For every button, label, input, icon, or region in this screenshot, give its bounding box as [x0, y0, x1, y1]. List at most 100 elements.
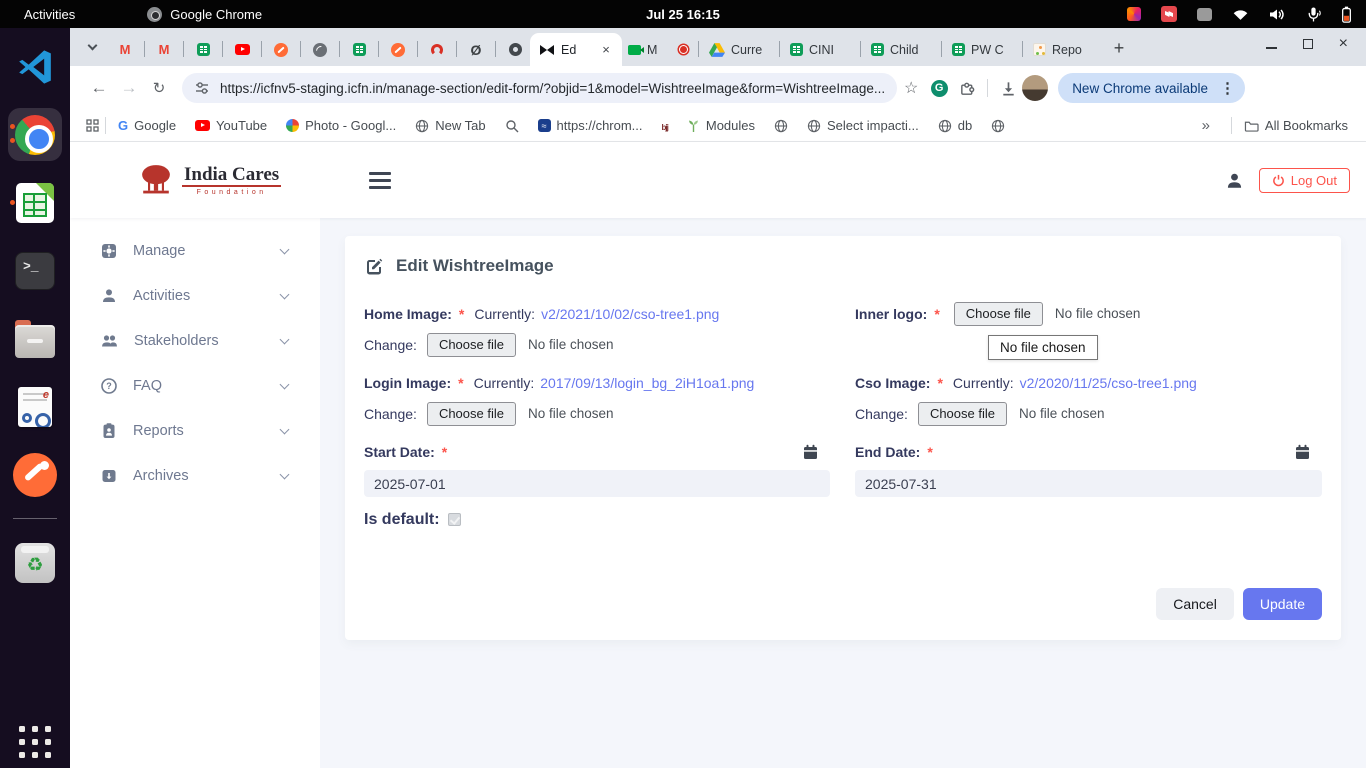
forward-button[interactable]: [114, 73, 144, 103]
pinned-tab-sheets-1[interactable]: [188, 33, 218, 66]
tab-sheets-pw[interactable]: PW C: [946, 33, 1018, 66]
active-tab[interactable]: Ed: [530, 33, 622, 66]
google-sheets-favicon: [952, 43, 965, 56]
bookmark-search[interactable]: [505, 119, 519, 133]
sidebar-item-manage[interactable]: Manage: [70, 228, 320, 273]
grammarly-extension-icon[interactable]: [925, 74, 953, 102]
chevron-down-icon: [280, 469, 290, 479]
bookmark-select-impact[interactable]: Select impacti...: [807, 118, 919, 133]
back-button[interactable]: [84, 73, 114, 103]
login-image-current-link[interactable]: 2017/09/13/login_bg_2iH1oa1.png: [540, 375, 754, 391]
dock-terminal[interactable]: >_: [8, 244, 62, 297]
dock-libreoffice-calc[interactable]: [8, 176, 62, 229]
system-tray[interactable]: [1127, 6, 1352, 23]
dock-files[interactable]: [8, 312, 62, 365]
bookmark-star-icon[interactable]: [897, 74, 925, 102]
bookmark-youtube[interactable]: YouTube: [195, 118, 267, 133]
dock-chrome[interactable]: [8, 108, 62, 161]
tab-sheets-child[interactable]: Child: [865, 33, 937, 66]
tab-search-button[interactable]: [78, 33, 106, 61]
logout-button[interactable]: Log Out: [1259, 168, 1350, 193]
pinned-tab-spiral[interactable]: [500, 33, 530, 66]
cso-image-choose-file-button[interactable]: Choose file: [918, 402, 1007, 426]
pinned-tab-sheets-2[interactable]: [344, 33, 374, 66]
update-button[interactable]: Update: [1243, 588, 1322, 620]
sidebar-item-reports[interactable]: Reports: [70, 408, 320, 453]
login-image-choose-file-button[interactable]: Choose file: [427, 402, 516, 426]
tab-meet[interactable]: M: [622, 33, 694, 66]
bookmark-maroon[interactable]: [662, 118, 668, 133]
site-logo[interactable]: India Cares Foundation: [138, 164, 281, 197]
bookmark-google[interactable]: Google: [118, 118, 176, 133]
site-header: India Cares Foundation Log Out: [70, 142, 1366, 218]
address-bar[interactable]: https://icfnv5-staging.icfn.in/manage-se…: [182, 73, 897, 103]
sidebar-item-activities[interactable]: Activities: [70, 273, 320, 318]
brand-title: India Cares: [182, 164, 281, 188]
site-settings-icon[interactable]: [194, 80, 210, 96]
pinned-tab-arc[interactable]: [422, 33, 452, 66]
restore-icon[interactable]: [1303, 39, 1313, 49]
main-content: Edit WishtreeImage Home Image:* Currentl…: [320, 218, 1366, 768]
chrome-update-button[interactable]: New Chrome available: [1058, 73, 1245, 103]
sidebar-item-stakeholders[interactable]: Stakeholders: [70, 318, 320, 363]
bookmark-db[interactable]: db: [938, 118, 972, 133]
pinned-tab-null[interactable]: [461, 33, 491, 66]
calendar-icon[interactable]: [803, 444, 818, 460]
jetbrains-tray-icon[interactable]: [1127, 7, 1141, 21]
bookmark-globe-1[interactable]: [774, 119, 788, 133]
browser-toolbar: https://icfnv5-staging.icfn.in/manage-se…: [70, 66, 1366, 110]
pinned-tab-gmail-1[interactable]: [110, 33, 140, 66]
tab-sheets-cini[interactable]: CINI: [784, 33, 856, 66]
pinned-tab-youtube[interactable]: [227, 33, 257, 66]
wifi-icon: [1232, 8, 1249, 21]
pinned-tab-postman-1[interactable]: [266, 33, 296, 66]
globe-favicon: [313, 43, 327, 57]
bookmark-chrome-link[interactable]: https://chrom...: [538, 118, 643, 133]
bookmarks-overflow-button[interactable]: [1202, 117, 1210, 134]
bookmark-globe-2[interactable]: [991, 119, 1005, 133]
tab-close-icon[interactable]: [598, 42, 614, 58]
calendar-icon[interactable]: [1295, 444, 1310, 460]
dock-document-viewer[interactable]: e: [8, 380, 62, 433]
sidebar-item-archives[interactable]: Archives: [70, 453, 320, 498]
search-icon: [505, 119, 519, 133]
dock-trash[interactable]: ♻: [8, 536, 62, 589]
user-icon[interactable]: [1226, 172, 1243, 189]
field-start-date: Start Date:*: [364, 436, 830, 497]
close-icon[interactable]: [1339, 36, 1348, 52]
extensions-icon[interactable]: [953, 74, 981, 102]
show-applications-button[interactable]: [19, 726, 51, 758]
pinned-tab-globe[interactable]: [305, 33, 335, 66]
all-bookmarks-button[interactable]: All Bookmarks: [1244, 118, 1348, 133]
bookmark-new-tab[interactable]: New Tab: [415, 118, 485, 133]
apps-shortcut[interactable]: [86, 119, 99, 132]
minimize-icon[interactable]: [1266, 47, 1277, 49]
bookmark-photos[interactable]: Photo - Googl...: [286, 118, 396, 133]
field-login-image: Login Image:* Currently: 2017/09/13/logi…: [364, 367, 830, 429]
google-drive-favicon: [709, 42, 725, 58]
sidebar-toggle-button[interactable]: [369, 172, 391, 189]
dock-postman[interactable]: [8, 448, 62, 501]
end-date-input[interactable]: [855, 470, 1322, 497]
cso-image-current-link[interactable]: v2/2020/11/25/cso-tree1.png: [1020, 375, 1197, 391]
pinned-tab-gmail-2[interactable]: [149, 33, 179, 66]
downloads-icon[interactable]: [994, 74, 1022, 102]
home-image-choose-file-button[interactable]: Choose file: [427, 333, 516, 357]
tab-repo[interactable]: Repo: [1027, 33, 1099, 66]
browser-menu-icon[interactable]: [1220, 79, 1235, 98]
dock-vscode[interactable]: [8, 40, 62, 93]
sidebar-item-faq[interactable]: ? FAQ: [70, 363, 320, 408]
new-tab-button[interactable]: [1105, 34, 1133, 62]
inner-logo-choose-file-button[interactable]: Choose file: [954, 302, 1043, 326]
profile-avatar[interactable]: [1022, 75, 1048, 101]
chat-tray-icon[interactable]: [1197, 8, 1212, 21]
pinned-tab-postman-2[interactable]: [383, 33, 413, 66]
cancel-button[interactable]: Cancel: [1156, 588, 1234, 620]
bookmark-modules[interactable]: Modules: [687, 118, 755, 133]
home-image-current-link[interactable]: v2/2021/10/02/cso-tree1.png: [541, 306, 719, 322]
tab-drive[interactable]: Curre: [703, 33, 775, 66]
reload-button[interactable]: [144, 73, 174, 103]
chrome-window: Ed M Curre CINI Child PW C: [70, 28, 1366, 768]
anydesk-tray-icon[interactable]: [1161, 6, 1177, 22]
start-date-input[interactable]: [364, 470, 830, 497]
